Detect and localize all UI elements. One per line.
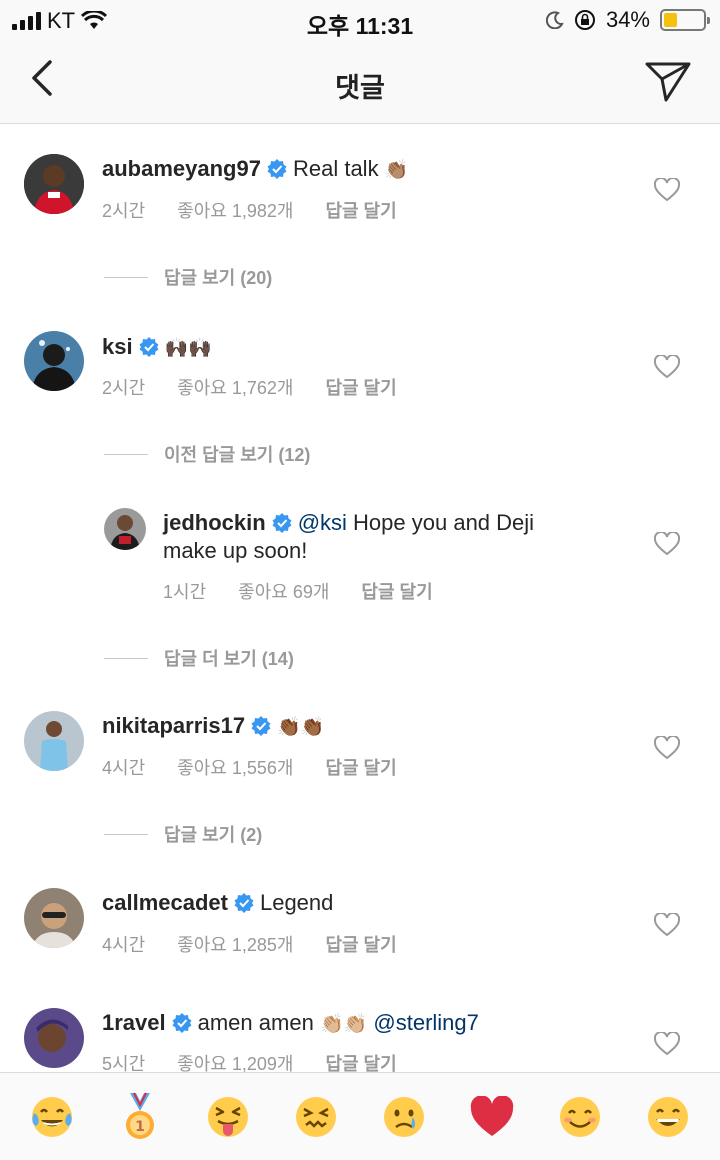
reply-button[interactable]: 답글 달기	[325, 197, 396, 223]
comment-username[interactable]: callmecadet	[102, 890, 228, 915]
orientation-lock-icon	[574, 10, 595, 30]
view-replies-label: 답글 더 보기 (14)	[164, 649, 294, 669]
comment-username[interactable]: 1ravel	[102, 1010, 166, 1035]
mention-link[interactable]: @ksi	[298, 510, 347, 535]
comment-body: Hope you and Deji	[353, 510, 535, 535]
view-replies-label: 답글 보기 (20)	[164, 268, 273, 288]
comment-likes[interactable]: 좋아요 1,285개	[177, 931, 293, 957]
verified-badge-icon	[267, 159, 287, 179]
heart-icon[interactable]	[654, 913, 680, 937]
clapping-hands-icon: 👏🏾👏🏾	[277, 716, 325, 738]
page-title: 댓글	[335, 73, 385, 103]
view-replies-label: 이전 답글 보기 (12)	[164, 445, 311, 465]
emoji-confounded-button[interactable]	[288, 1089, 344, 1145]
nav-bar: 댓글	[0, 40, 720, 124]
reply-button[interactable]: 답글 달기	[325, 931, 396, 957]
comment-username[interactable]: jedhockin	[163, 510, 266, 535]
avatar[interactable]	[24, 154, 84, 214]
heart-icon[interactable]	[654, 736, 680, 760]
mention-link[interactable]: @sterling7	[373, 1010, 479, 1035]
comment-time: 2시간	[102, 201, 146, 221]
smiling-face-icon	[560, 1096, 600, 1137]
raising-hands-icon: 🙌🏿🙌🏿	[164, 337, 212, 359]
battery-icon	[660, 9, 710, 31]
send-direct-icon[interactable]	[644, 56, 692, 104]
status-right: 34%	[545, 7, 710, 33]
battery-percent: 34%	[605, 7, 650, 32]
heart-icon[interactable]	[654, 1032, 680, 1056]
emoji-tears-of-joy-button[interactable]	[24, 1089, 80, 1145]
squinting-tongue-icon	[208, 1096, 248, 1137]
red-heart-icon	[470, 1095, 514, 1136]
view-more-replies-button[interactable]: 답글 더 보기 (14)	[104, 645, 294, 671]
confounded-face-icon	[296, 1096, 336, 1137]
reply-button[interactable]: 답글 달기	[325, 754, 396, 780]
avatar[interactable]	[24, 711, 84, 771]
comment-username[interactable]: aubameyang97	[102, 156, 261, 181]
verified-badge-icon	[272, 513, 292, 533]
emoji-heart-button[interactable]	[464, 1089, 520, 1145]
comment-time: 1시간	[163, 582, 207, 602]
emoji-crying-button[interactable]	[376, 1089, 432, 1145]
avatar[interactable]	[104, 508, 146, 550]
divider	[104, 657, 148, 659]
comment-username[interactable]: ksi	[102, 334, 133, 359]
clapping-hands-icon: 👏🏼👏🏼	[319, 1013, 368, 1035]
divider	[104, 453, 148, 455]
emoji-tongue-button[interactable]	[200, 1089, 256, 1145]
view-replies-button[interactable]: 답글 보기 (20)	[104, 264, 272, 290]
heart-icon[interactable]	[654, 532, 680, 556]
view-previous-replies-button[interactable]: 이전 답글 보기 (12)	[104, 441, 310, 467]
comment-likes[interactable]: 좋아요 1,556개	[177, 754, 293, 780]
comment-body: Legend	[259, 890, 334, 915]
emoji-medal-button[interactable]: 1	[112, 1089, 168, 1145]
divider	[104, 833, 148, 835]
reply-button[interactable]: 답글 달기	[361, 578, 432, 604]
tears-of-joy-icon	[32, 1096, 72, 1137]
emoji-grin-button[interactable]	[640, 1089, 696, 1145]
comment-body: Real talk	[292, 156, 379, 181]
grinning-face-icon	[648, 1096, 688, 1137]
verified-badge-icon	[234, 893, 254, 913]
avatar[interactable]	[24, 888, 84, 948]
reply-button[interactable]: 답글 달기	[325, 374, 396, 400]
view-replies-button[interactable]: 답글 보기 (2)	[104, 821, 262, 847]
comment-likes[interactable]: 좋아요 69개	[238, 578, 329, 604]
emoji-smile-button[interactable]	[552, 1089, 608, 1145]
comment-username[interactable]: nikitaparris17	[102, 713, 245, 738]
avatar[interactable]	[24, 331, 84, 391]
verified-badge-icon	[251, 716, 271, 736]
gold-medal-icon: 1	[126, 1092, 154, 1139]
divider	[104, 276, 148, 278]
comment-time: 4시간	[102, 758, 146, 778]
comment-time: 2시간	[102, 378, 146, 398]
svg-text:1: 1	[135, 1119, 145, 1135]
battery-fill	[664, 13, 677, 27]
view-replies-label: 답글 보기 (2)	[164, 825, 263, 845]
status-bar: KT 오후 11:31 34%	[0, 0, 720, 40]
verified-badge-icon	[139, 337, 159, 357]
comment-likes[interactable]: 좋아요 1,762개	[177, 374, 293, 400]
comment-body-line2: make up soon!	[163, 538, 308, 563]
clapping-hands-icon: 👏🏽	[384, 159, 409, 181]
heart-icon[interactable]	[654, 178, 680, 202]
crying-face-icon	[384, 1096, 424, 1137]
comment-likes[interactable]: 좋아요 1,982개	[177, 197, 293, 223]
moon-icon	[545, 11, 564, 29]
comment-time: 4시간	[102, 935, 146, 955]
heart-icon[interactable]	[654, 355, 680, 379]
avatar[interactable]	[24, 1008, 84, 1068]
quick-emoji-bar: 1	[0, 1072, 720, 1160]
verified-badge-icon	[172, 1013, 192, 1033]
comment-body: amen amen	[197, 1010, 314, 1035]
